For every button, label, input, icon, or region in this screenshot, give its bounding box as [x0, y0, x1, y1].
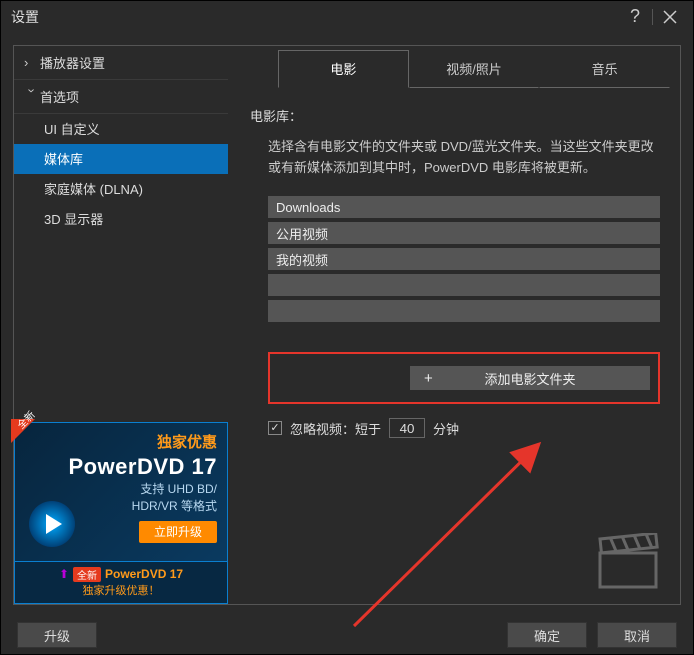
footer: 升级 确定 取消 — [1, 617, 693, 654]
button-label: 取消 — [624, 626, 650, 645]
folder-name: Downloads — [276, 200, 340, 215]
promo-bot-brand: PowerDVD 17 — [105, 567, 183, 581]
sidebar-item-dlna[interactable]: 家庭媒体 (DLNA) — [14, 174, 228, 204]
clapperboard-icon — [596, 533, 660, 594]
sidebar-item-media-library[interactable]: 媒体库 — [14, 144, 228, 174]
folder-row[interactable]: Downloads — [268, 196, 660, 218]
panel: › 播放器设置 › 首选项 UI 自定义 媒体库 家庭媒体 (DLNA) 3D — [13, 45, 681, 605]
settings-window: 设置 ? › 播放器设置 › 首选项 UI 自定义 — [0, 0, 694, 655]
window-title: 设置 — [11, 7, 622, 27]
play-icon — [29, 501, 75, 547]
section-title: 电影库： — [250, 106, 660, 125]
promo-upgrade-button[interactable]: 立即升级 — [139, 521, 217, 543]
folder-row-empty[interactable] — [268, 274, 660, 296]
folder-name: 公用视频 — [276, 224, 328, 243]
plus-icon: + — [424, 370, 433, 387]
folder-row-empty[interactable] — [268, 300, 660, 322]
folder-row[interactable]: 公用视频 — [268, 222, 660, 244]
promo-exclusive: 独家优惠 — [25, 431, 217, 452]
promo-panel: 全新 独家优惠 PowerDVD 17 支持 UHD BD/ HDR/VR 等格… — [14, 422, 228, 604]
sidebar-item-label: UI 自定义 — [44, 119, 100, 138]
button-label: 升级 — [44, 626, 70, 645]
main: 电影 视频/照片 音乐 电影库： 选择含有电影文件的文件夹或 DVD/蓝光文件夹… — [228, 46, 680, 604]
tab-movie[interactable]: 电影 — [278, 50, 409, 88]
sidebar-item-3d-display[interactable]: 3D 显示器 — [14, 204, 228, 234]
upgrade-button[interactable]: 升级 — [17, 622, 97, 648]
body: › 播放器设置 › 首选项 UI 自定义 媒体库 家庭媒体 (DLNA) 3D — [1, 33, 693, 617]
folder-name: 我的视频 — [276, 250, 328, 269]
tab-label: 电影 — [330, 59, 356, 78]
up-arrow-icon: ⬆ — [59, 567, 69, 581]
tab-music[interactable]: 音乐 — [539, 50, 670, 88]
titlebar-separator — [652, 9, 653, 25]
sidebar-group-player[interactable]: › 播放器设置 — [14, 46, 228, 80]
sidebar-item-label: 3D 显示器 — [44, 209, 103, 228]
tab-video-photo[interactable]: 视频/照片 — [409, 50, 540, 88]
sidebar-group-label: 播放器设置 — [40, 53, 105, 72]
promo-top[interactable]: 全新 独家优惠 PowerDVD 17 支持 UHD BD/ HDR/VR 等格… — [14, 422, 228, 562]
sidebar-item-label: 媒体库 — [44, 149, 83, 168]
chevron-right-icon: › — [24, 55, 40, 70]
ignore-label-pre: 忽略视频：短于 — [290, 419, 381, 438]
ignore-video-row: 忽略视频：短于 分钟 — [268, 418, 660, 438]
ignore-minutes-input[interactable] — [389, 418, 425, 438]
promo-bot-badge: 全新 — [73, 567, 101, 582]
folder-list: Downloads 公用视频 我的视频 — [268, 196, 660, 322]
sidebar: › 播放器设置 › 首选项 UI 自定义 媒体库 家庭媒体 (DLNA) 3D — [14, 46, 228, 604]
promo-badge-icon: 全新 — [11, 419, 51, 459]
ignore-label-post: 分钟 — [433, 419, 459, 438]
tab-label: 视频/照片 — [446, 59, 502, 78]
promo-bottom[interactable]: ⬆ 全新 PowerDVD 17 独家升级优惠！ — [14, 562, 228, 604]
cancel-button[interactable]: 取消 — [597, 622, 677, 648]
tabs: 电影 视频/照片 音乐 — [278, 50, 670, 88]
help-icon[interactable]: ? — [622, 4, 648, 30]
close-icon[interactable] — [657, 4, 683, 30]
add-button-label: 添加电影文件夹 — [484, 369, 575, 388]
promo-sub1: 支持 UHD BD/ — [25, 482, 217, 498]
ignore-video-checkbox[interactable] — [268, 421, 282, 435]
titlebar: 设置 ? — [1, 1, 693, 33]
sidebar-group-label: 首选项 — [40, 87, 79, 106]
section-description: 选择含有电影文件的文件夹或 DVD/蓝光文件夹。当这些文件夹更改或有新媒体添加到… — [250, 137, 660, 179]
button-label: 确定 — [534, 626, 560, 645]
chevron-down-icon: › — [25, 88, 40, 104]
sidebar-group-preferences[interactable]: › 首选项 — [14, 80, 228, 114]
folder-row[interactable]: 我的视频 — [268, 248, 660, 270]
sidebar-item-label: 家庭媒体 (DLNA) — [44, 179, 143, 198]
ok-button[interactable]: 确定 — [507, 622, 587, 648]
add-folder-highlight: + 添加电影文件夹 — [268, 352, 660, 404]
tab-label: 音乐 — [592, 59, 618, 78]
sidebar-item-ui[interactable]: UI 自定义 — [14, 114, 228, 144]
content: 电影库： 选择含有电影文件的文件夹或 DVD/蓝光文件夹。当这些文件夹更改或有新… — [228, 88, 680, 604]
promo-title: PowerDVD 17 — [25, 454, 217, 480]
promo-bot-line2: 独家升级优惠！ — [83, 582, 160, 598]
add-movie-folder-button[interactable]: + 添加电影文件夹 — [410, 366, 650, 390]
